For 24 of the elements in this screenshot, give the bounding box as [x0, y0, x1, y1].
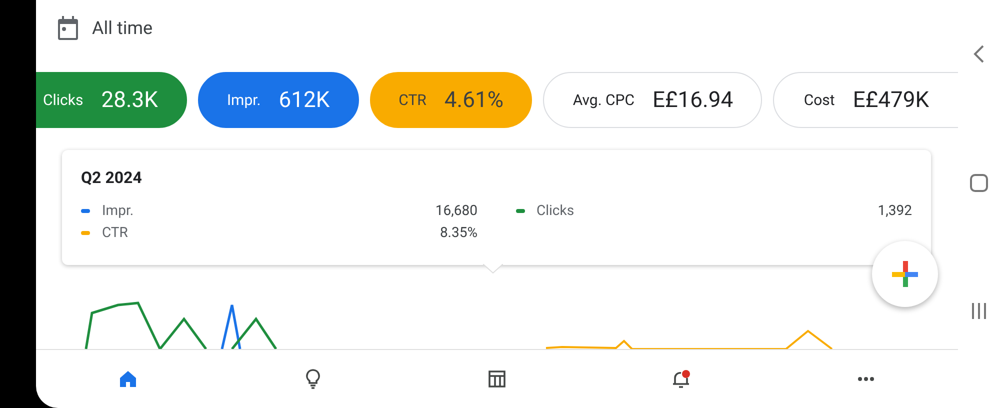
metric-chip[interactable]: CTR 4.61% [370, 72, 532, 128]
series-value: 1,392 [878, 203, 912, 219]
metric-chip[interactable]: Impr. 612K [198, 72, 359, 128]
metric-chip[interactable]: Avg. CPC E£16.94 [543, 72, 762, 128]
calendar-icon [58, 16, 78, 40]
metric-chip[interactable]: Cost E£479K [773, 72, 958, 128]
home-square-icon[interactable] [969, 173, 989, 193]
series-label: CTR [102, 225, 128, 241]
home-icon [119, 370, 138, 388]
plus-icon [890, 259, 920, 289]
bell-icon [671, 369, 692, 389]
date-range-label[interactable]: All time [92, 18, 153, 38]
recents-icon[interactable] [970, 302, 988, 320]
series-label: Clicks [536, 203, 574, 219]
lightbulb-icon [304, 369, 321, 389]
series-value: 16,680 [435, 203, 478, 219]
metric-chip[interactable]: Clicks 28.3K [36, 72, 187, 128]
table-icon [488, 370, 506, 388]
tooltip-title: Q2 2024 [81, 168, 143, 187]
series-label: Impr. [102, 203, 134, 219]
back-icon[interactable] [973, 44, 985, 64]
add-button[interactable] [872, 241, 938, 307]
series-value: 8.35% [440, 225, 478, 241]
more-icon [856, 376, 875, 382]
